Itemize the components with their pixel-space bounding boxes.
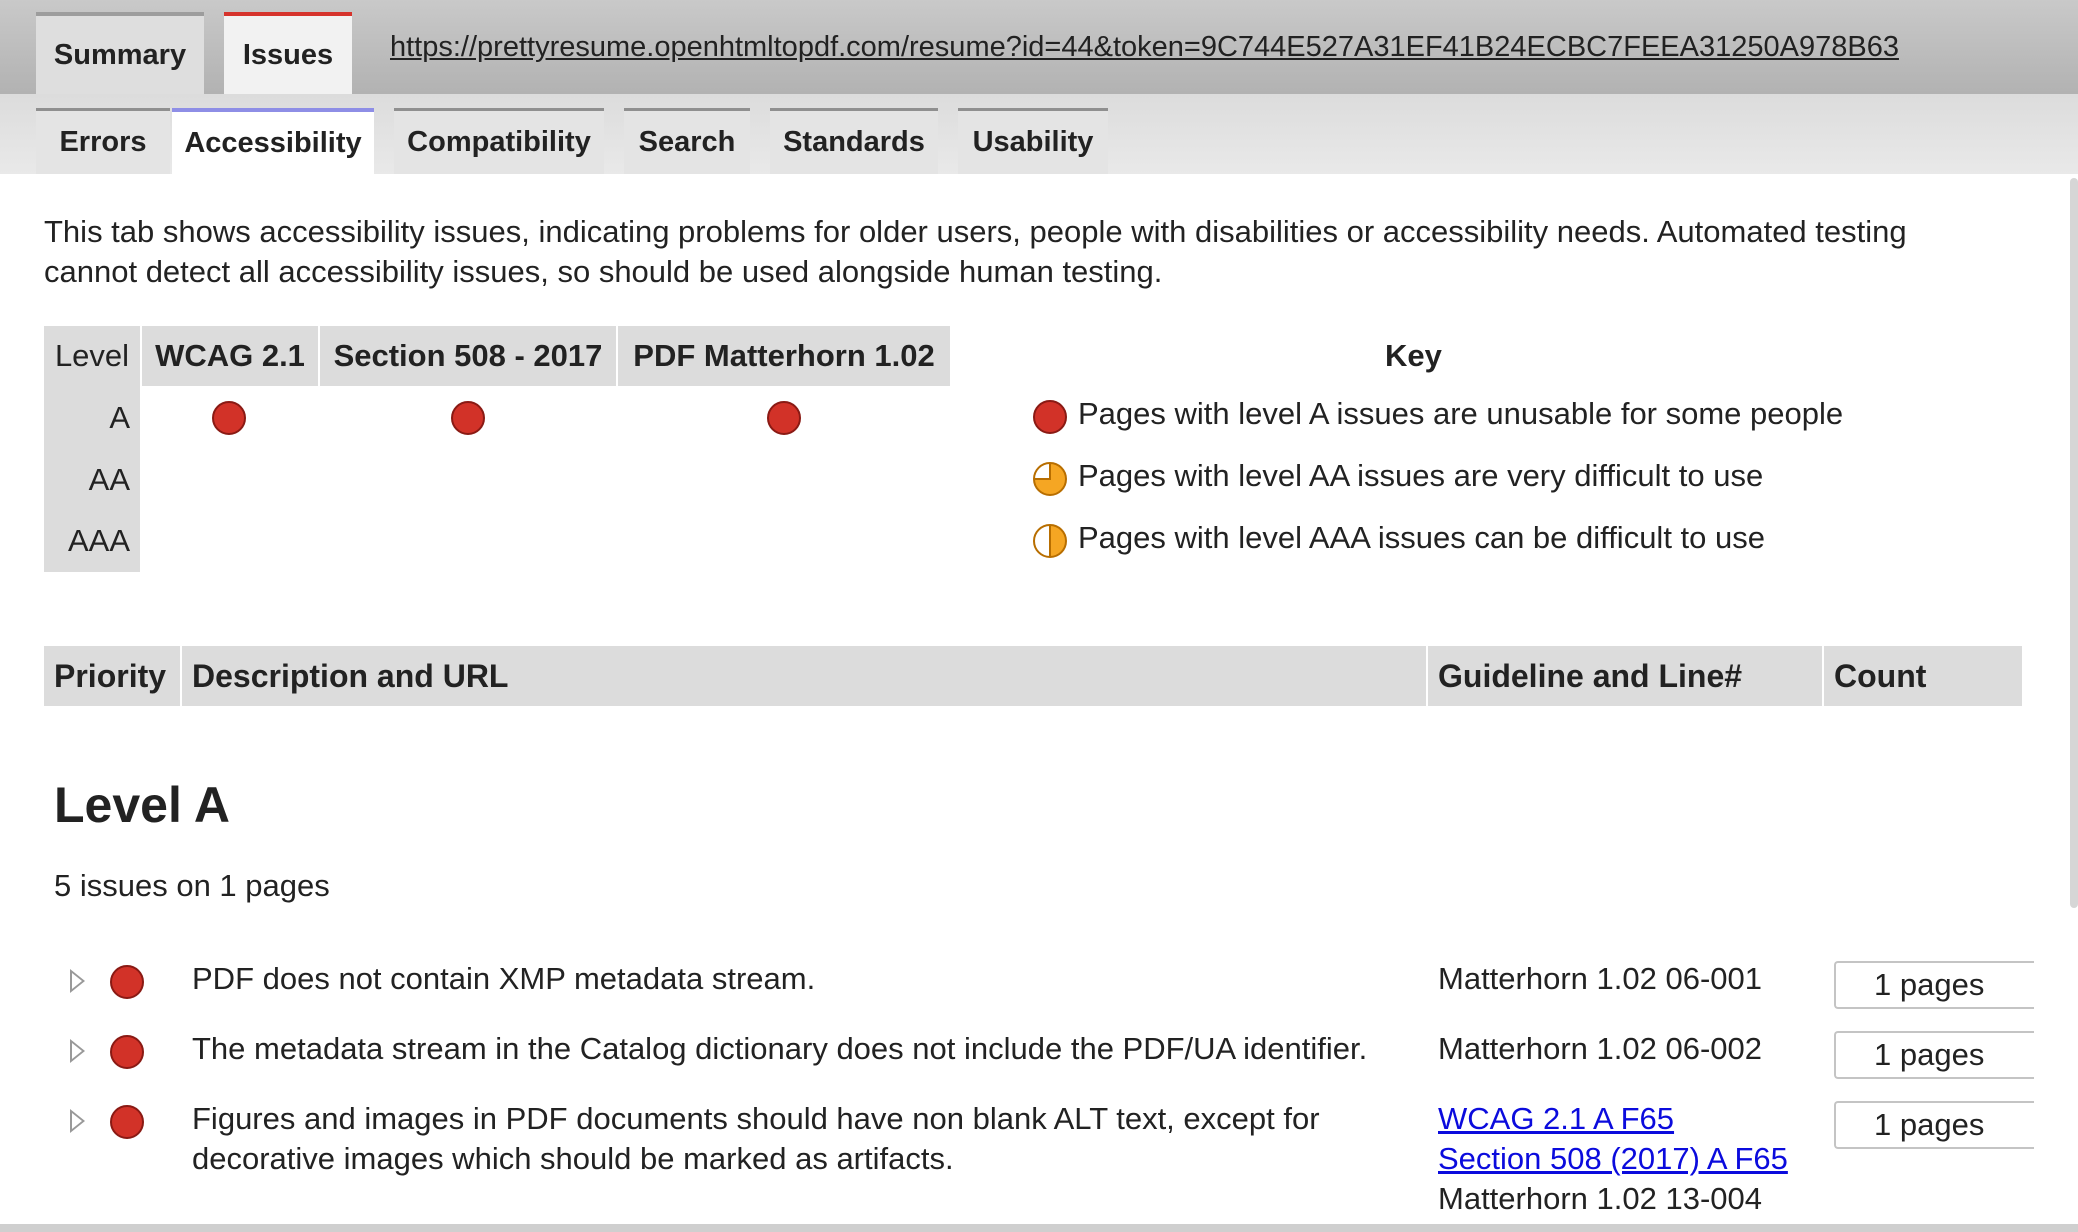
key-level-a-text: Pages with level A issues are unusable f… — [1078, 396, 1844, 431]
section508-level-a-issue-icon — [451, 401, 485, 435]
issue-description: The metadata stream in the Catalog dicti… — [192, 1031, 1368, 1066]
matterhorn-guideline: Matterhorn 1.02 13-004 — [1438, 1181, 1762, 1216]
three-quarter-orange-circle-icon — [1033, 462, 1067, 496]
issue-guidelines: WCAG 2.1 A F65 Section 508 (2017) A F65 … — [1438, 1099, 1788, 1219]
tab-standards[interactable]: Standards — [770, 108, 938, 174]
expand-triangle-icon[interactable] — [70, 1039, 85, 1063]
tab-issues[interactable]: Issues — [224, 12, 352, 94]
key-level-aa-text: Pages with level AA issues are very diff… — [1078, 458, 1764, 493]
column-header-description: Description and URL — [182, 646, 1426, 706]
issue-count-button[interactable]: 1 pages — [1834, 961, 2034, 1009]
horizontal-scrollbar[interactable] — [0, 1224, 2078, 1232]
issue-guideline: Matterhorn 1.02 06-002 — [1438, 1031, 1762, 1066]
issue-count-button[interactable]: 1 pages — [1834, 1031, 2034, 1079]
level-a-issue-icon — [110, 1105, 144, 1139]
levels-header-level: Level — [44, 326, 140, 386]
issue-description: PDF does not contain XMP metadata stream… — [192, 961, 816, 996]
category-tab-bar: Errors Accessibility Compatibility Searc… — [0, 94, 2078, 174]
levels-header-section508: Section 508 - 2017 — [320, 326, 616, 386]
levels-header-matterhorn: PDF Matterhorn 1.02 — [618, 326, 950, 386]
tab-summary[interactable]: Summary — [36, 12, 204, 94]
column-header-guideline: Guideline and Line# — [1428, 646, 1822, 706]
section508-guideline-link[interactable]: Section 508 (2017) A F65 — [1438, 1141, 1788, 1176]
matterhorn-level-a-issue-icon — [767, 401, 801, 435]
wcag-guideline-link[interactable]: WCAG 2.1 A F65 — [1438, 1101, 1674, 1136]
level-a-issue-icon — [110, 965, 144, 999]
issue-description: Figures and images in PDF documents shou… — [192, 1101, 1320, 1176]
tab-usability[interactable]: Usability — [958, 108, 1108, 174]
expand-triangle-icon[interactable] — [70, 1109, 85, 1133]
top-tab-bar: Summary Issues https://prettyresume.open… — [0, 0, 2078, 95]
vertical-scrollbar[interactable] — [2070, 178, 2078, 908]
level-a-summary: 5 issues on 1 pages — [54, 868, 330, 903]
tab-accessibility[interactable]: Accessibility — [172, 108, 374, 174]
tab-compatibility[interactable]: Compatibility — [394, 108, 604, 174]
column-header-count: Count — [1824, 646, 2022, 706]
expand-triangle-icon[interactable] — [70, 969, 85, 993]
issue-count-button[interactable]: 1 pages — [1834, 1101, 2034, 1149]
level-row-aa: AA — [44, 450, 140, 510]
wcag-level-a-issue-icon — [212, 401, 246, 435]
half-orange-circle-icon — [1033, 524, 1067, 558]
column-header-priority: Priority — [44, 646, 180, 706]
level-row-a: A — [44, 386, 140, 450]
levels-header-wcag: WCAG 2.1 — [142, 326, 318, 386]
level-a-heading: Level A — [54, 777, 231, 833]
tab-search[interactable]: Search — [624, 108, 750, 174]
level-a-issue-icon — [110, 1035, 144, 1069]
level-row-aaa: AAA — [44, 510, 140, 572]
key-title: Key — [1385, 338, 1442, 373]
full-red-circle-icon — [1033, 400, 1067, 434]
tab-errors[interactable]: Errors — [36, 108, 170, 174]
issue-guideline: Matterhorn 1.02 06-001 — [1438, 961, 1762, 996]
page-url-link[interactable]: https://prettyresume.openhtmltopdf.com/r… — [390, 31, 1899, 64]
intro-text: This tab shows accessibility issues, ind… — [44, 214, 1907, 289]
key-level-aaa-text: Pages with level AAA issues can be diffi… — [1078, 520, 1765, 555]
